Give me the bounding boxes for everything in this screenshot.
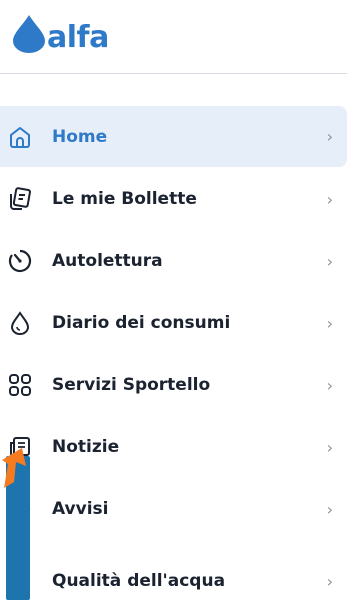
grid-icon [6, 371, 34, 399]
sidebar-item-label: Le mie Bollette [52, 189, 197, 209]
meter-reading-icon [6, 247, 34, 275]
sidebar-item-qualita-acqua[interactable]: Qualità dell'acqua › [0, 550, 347, 600]
bills-icon [6, 185, 34, 213]
chevron-right-icon: › [326, 437, 333, 457]
app-header: alfa [0, 0, 347, 74]
sidebar-item-label: Servizi Sportello [52, 375, 211, 395]
sidebar-item-notizie[interactable]: Notizie › [0, 416, 347, 478]
sidebar-item-label: Autolettura [52, 251, 163, 271]
chevron-right-icon: › [326, 499, 333, 519]
chevron-right-icon: › [326, 189, 333, 209]
sidebar-item-diario-consumi[interactable]: Diario dei consumi › [0, 292, 347, 354]
sidebar-item-avvisi[interactable]: Avvisi › [0, 478, 347, 540]
annotation-arrow-icon [2, 448, 26, 488]
chevron-right-icon: › [326, 127, 333, 146]
sidebar-item-label: Notizie [52, 437, 120, 457]
sidebar-item-servizi-sportello[interactable]: Servizi Sportello › [0, 354, 347, 416]
sidebar-item-home[interactable]: Home › [0, 106, 347, 167]
sidebar-item-bollette[interactable]: Le mie Bollette › [0, 168, 347, 230]
water-drop-icon [6, 309, 34, 337]
chevron-right-icon: › [326, 251, 333, 271]
chevron-right-icon: › [326, 375, 333, 395]
water-drop-logo-icon [13, 15, 45, 53]
sidebar-item-label: Home [52, 126, 108, 147]
sidebar-item-label: Avvisi [52, 499, 109, 519]
logo-text: alfa [47, 20, 109, 55]
chevron-right-icon: › [326, 313, 333, 333]
sidebar-item-label: Diario dei consumi [52, 313, 231, 333]
chevron-right-icon: › [326, 571, 333, 591]
sidebar-item-autolettura[interactable]: Autolettura › [0, 230, 347, 292]
sidebar-item-label: Qualità dell'acqua [52, 571, 226, 591]
home-icon [6, 123, 34, 151]
alfa-logo[interactable]: alfa [9, 13, 109, 53]
